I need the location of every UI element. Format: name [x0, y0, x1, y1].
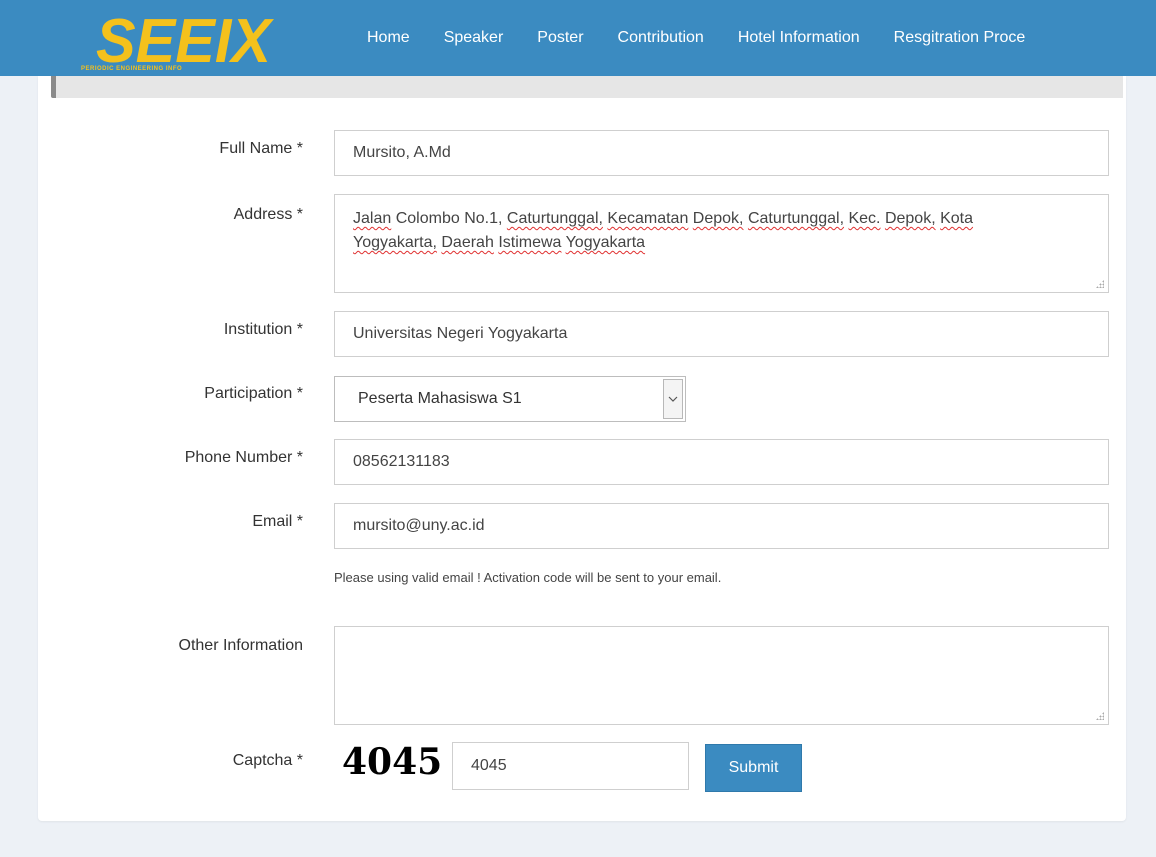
- institution-value: Universitas Negeri Yogyakarta: [353, 325, 568, 342]
- email-help-text: Please using valid email ! Activation co…: [334, 570, 722, 585]
- nav-menu: Home Speaker Poster Contribution Hotel I…: [367, 0, 1059, 76]
- email-input[interactable]: mursito@uny.ac.id: [334, 503, 1109, 549]
- email-label: Email *: [252, 513, 303, 530]
- participation-value: Peserta Mahasiswa S1: [358, 390, 522, 407]
- captcha-label: Captcha *: [232, 752, 303, 769]
- logo-graphic: SEEIX PERIODIC ENGINEERING INFO: [81, 7, 274, 74]
- resize-grip-icon[interactable]: [1096, 712, 1104, 720]
- email-value: mursito@uny.ac.id: [353, 517, 485, 534]
- nav-registration-procedure[interactable]: Resgitration Proce: [894, 29, 1026, 47]
- submit-button[interactable]: Submit: [705, 744, 802, 792]
- full-name-label: Full Name *: [219, 140, 303, 157]
- address-line-2: Yogyakarta, Daerah Istimewa Yogyakarta: [353, 234, 646, 251]
- resize-grip-icon[interactable]: [1096, 280, 1104, 288]
- svg-text:PERIODIC ENGINEERING INFO: PERIODIC ENGINEERING INFO: [81, 66, 182, 72]
- institution-label: Institution *: [223, 321, 303, 338]
- captcha-image: 4045: [342, 741, 443, 783]
- top-navbar: SEEIX PERIODIC ENGINEERING INFO Home Spe…: [0, 0, 1156, 76]
- other-info-label: Other Information: [178, 637, 304, 654]
- full-name-input[interactable]: Mursito, A.Md: [334, 130, 1109, 176]
- nav-contribution[interactable]: Contribution: [618, 29, 704, 47]
- participation-label: Participation *: [204, 385, 303, 402]
- nav-hotel-information[interactable]: Hotel Information: [738, 29, 860, 47]
- captcha-value: 4045: [471, 757, 507, 774]
- nav-poster[interactable]: Poster: [537, 29, 583, 47]
- institution-input[interactable]: Universitas Negeri Yogyakarta: [334, 311, 1109, 357]
- full-name-value: Mursito, A.Md: [353, 144, 451, 161]
- address-textarea[interactable]: Jalan Colombo No.1, Caturtunggal, Kecama…: [334, 194, 1109, 293]
- registration-form-card: Full Name * Mursito, A.Md Address * Jala…: [38, 76, 1126, 821]
- svg-text:SEEIX: SEEIX: [96, 7, 274, 74]
- phone-value: 08562131183: [353, 453, 450, 470]
- address-line-1: Jalan Colombo No.1, Caturtunggal, Kecama…: [353, 210, 974, 227]
- address-label: Address *: [233, 206, 303, 223]
- phone-input[interactable]: 08562131183: [334, 439, 1109, 485]
- captcha-input[interactable]: 4045: [452, 742, 689, 790]
- nav-home[interactable]: Home: [367, 29, 410, 47]
- seeix-logo[interactable]: SEEIX PERIODIC ENGINEERING INFO: [76, 4, 276, 74]
- nav-speaker[interactable]: Speaker: [444, 29, 504, 47]
- chevron-down-icon[interactable]: [663, 379, 683, 419]
- other-info-textarea[interactable]: [334, 626, 1109, 725]
- participation-select[interactable]: Peserta Mahasiswa S1: [334, 376, 686, 422]
- phone-label: Phone Number *: [184, 449, 303, 466]
- alert-box: [51, 76, 1123, 98]
